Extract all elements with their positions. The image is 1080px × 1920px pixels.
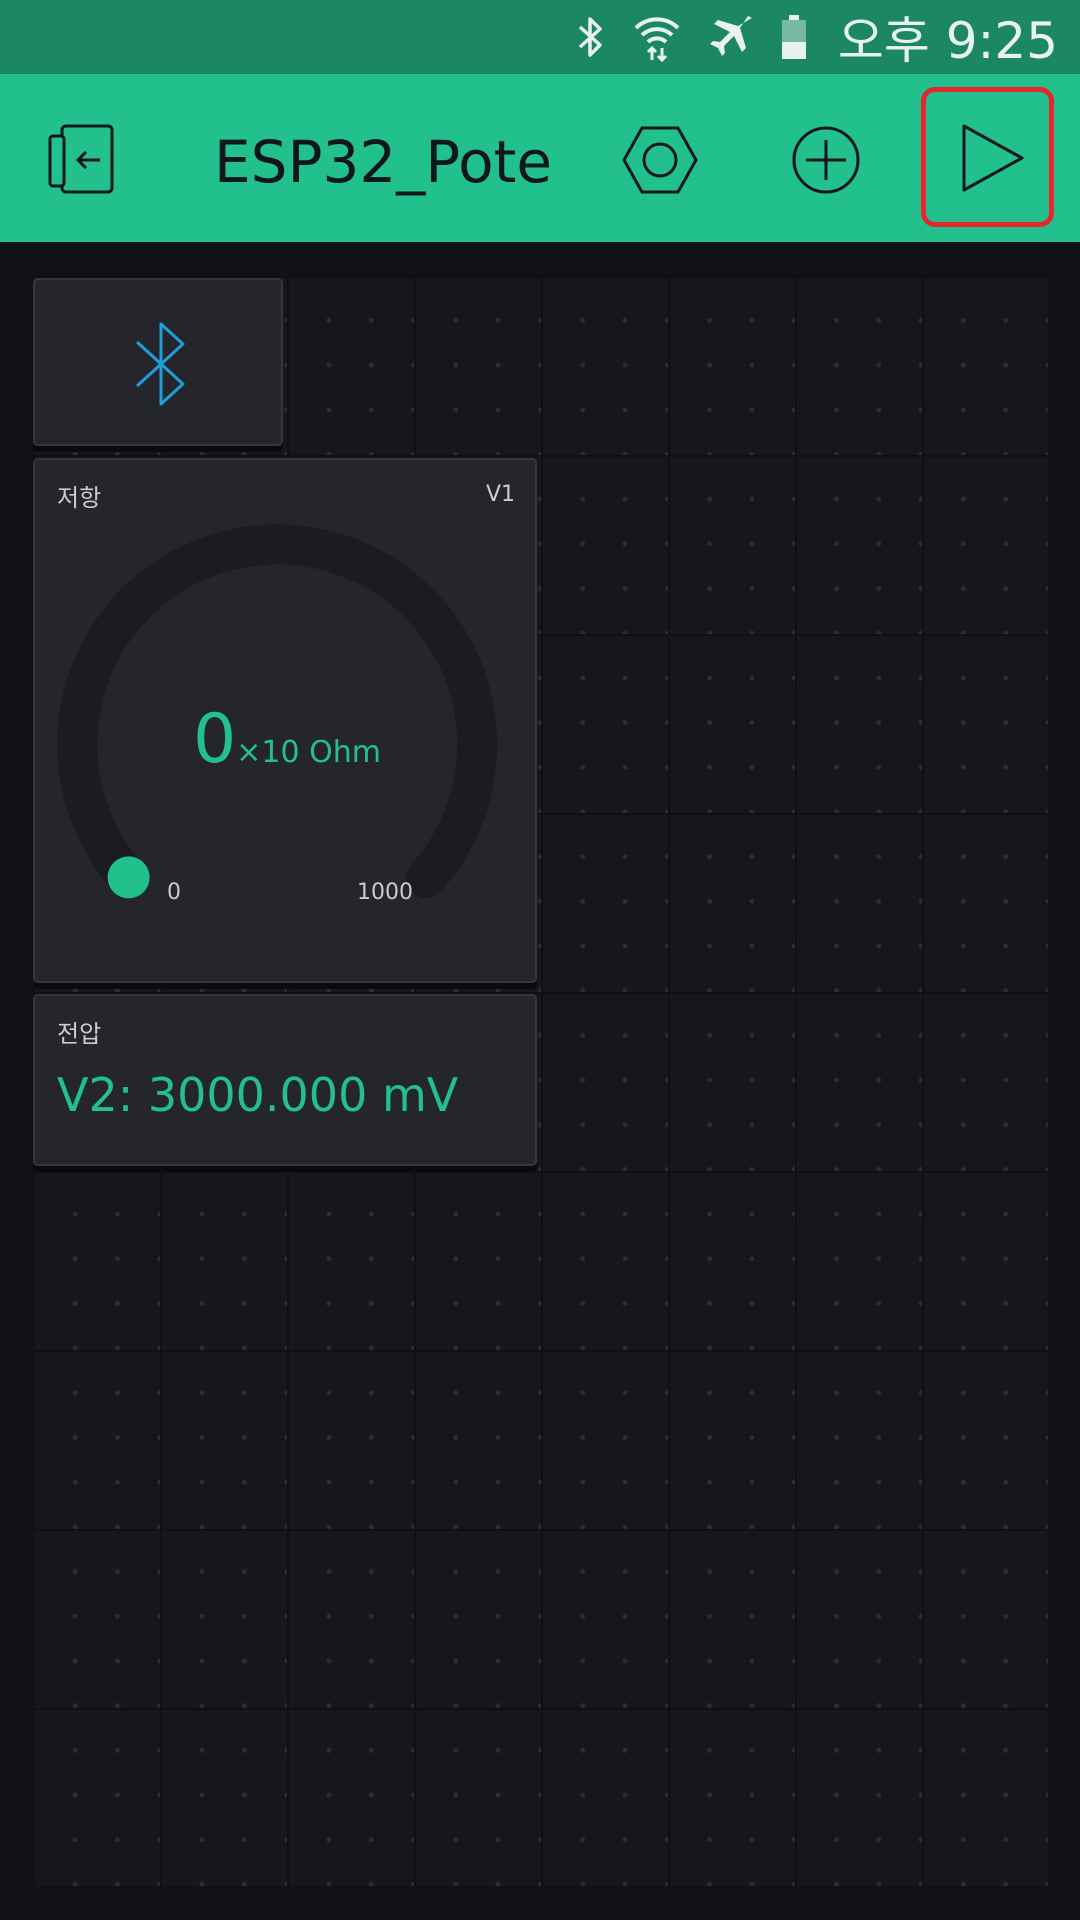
- settings-button[interactable]: [620, 120, 700, 200]
- wifi-icon: [632, 12, 682, 62]
- battery-icon: [780, 14, 808, 60]
- gauge-readout: 0×10 Ohm: [35, 700, 539, 779]
- gauge-min-label: 0: [167, 880, 181, 905]
- back-button[interactable]: [44, 120, 124, 200]
- app-bar: ESP32_Poten: [0, 74, 1080, 242]
- value-display-label: 전압: [57, 1020, 102, 1048]
- project-title: ESP32_Poten: [214, 128, 554, 196]
- add-icon: [786, 126, 866, 204]
- gauge-widget[interactable]: 저항 V1 0×10 Ohm 0 1000: [33, 458, 537, 983]
- bluetooth-widget[interactable]: [33, 278, 283, 446]
- status-icons: 오후 9:25: [576, 0, 1058, 74]
- gauge-unit: ×10 Ohm: [236, 735, 381, 770]
- status-time: 오후 9:25: [837, 12, 1058, 70]
- back-icon: [44, 124, 124, 204]
- value-display-widget[interactable]: 전압 V2: 3000.000 mV: [33, 994, 537, 1166]
- airplane-mode-icon: [708, 14, 754, 60]
- play-button[interactable]: [921, 87, 1054, 227]
- gauge-max-label: 1000: [357, 880, 413, 905]
- bluetooth-icon: [576, 15, 606, 59]
- gauge-knob: [107, 856, 150, 899]
- settings-icon: [620, 126, 700, 204]
- add-widget-button[interactable]: [786, 120, 866, 200]
- gauge-value: 0: [193, 700, 237, 779]
- value-display-text: V2: 3000.000 mV: [57, 1068, 459, 1122]
- status-bar: 오후 9:25: [0, 0, 1080, 74]
